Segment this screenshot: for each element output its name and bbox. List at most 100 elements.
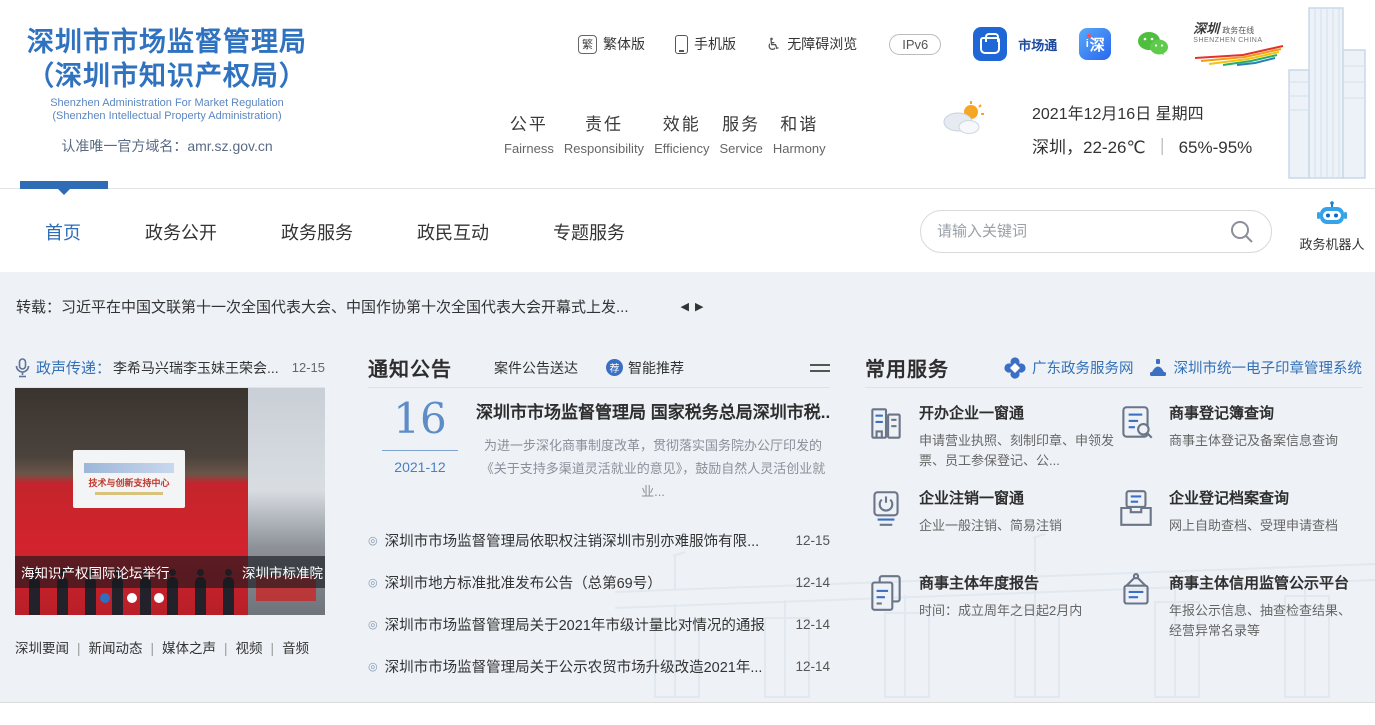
footer-strip xyxy=(0,702,1375,725)
value-harmony: 和谐Harmony xyxy=(773,110,826,156)
nav-special-services[interactable]: 专题服务 xyxy=(553,219,625,245)
ticker-prev-icon[interactable]: ◀ xyxy=(681,300,689,313)
ticker-text[interactable]: 转载：习近平在中国文联第十一次全国代表大会、中国作协第十次全国代表大会开幕式上发… xyxy=(16,296,629,317)
featured-notice-excerpt: 为进一步深化商事制度改革，贯彻落实国务院办公厅印发的《关于支持多渠道灵活就业的意… xyxy=(476,435,830,503)
link-media-voice[interactable]: 媒体之声 xyxy=(143,637,217,657)
photo-stage-banner: 技术与创新支持中心 xyxy=(73,450,185,508)
link-shenzhen-news[interactable]: 深圳要闻 xyxy=(15,637,69,657)
site-search[interactable] xyxy=(920,210,1272,253)
carousel-dot-3[interactable] xyxy=(154,593,164,603)
case-announcement-link[interactable]: 案件公告送达 xyxy=(494,358,578,378)
header: 深圳市市场监督管理局 （深圳市知识产权局） Shenzhen Administr… xyxy=(0,0,1375,188)
news-ticker: 转载：习近平在中国文联第十一次全国代表大会、中国作协第十次全国代表大会开幕式上发… xyxy=(16,296,703,317)
market-app-label: 市场通 xyxy=(1018,35,1057,54)
traditional-label: 繁体版 xyxy=(603,34,645,54)
recommend-badge-icon: 荐 xyxy=(606,359,623,376)
link-news-updates[interactable]: 新闻动态 xyxy=(69,637,143,657)
document-search-icon xyxy=(1115,402,1157,444)
carousel-caption: 海知识产权国际论坛举行 xyxy=(15,562,242,582)
wechat-icon[interactable] xyxy=(1137,30,1169,58)
card-annual-report[interactable]: 商事主体年度报告时间：成立周年之日起2月内 xyxy=(865,572,1115,657)
featured-notice-title[interactable]: 深圳市市场监督管理局 国家税务总局深圳市税... xyxy=(476,398,830,423)
value-service: 服务Service xyxy=(719,110,762,156)
carousel-caption-bar: 海知识产权国际论坛举行 深圳市标准院 xyxy=(15,556,325,588)
traditional-icon: 繁 xyxy=(578,35,597,54)
pinwheel-icon xyxy=(1004,357,1026,379)
notice-item[interactable]: 深圳市地方标准批准发布公告（总第69号） 12-14 xyxy=(368,561,830,603)
notice-item[interactable]: 深圳市市场监督管理局关于公示农贸市场升级改造2021年... 12-14 xyxy=(368,645,830,687)
link-video[interactable]: 视频 xyxy=(216,637,263,657)
logo-title-en-1: Shenzhen Administration For Market Regul… xyxy=(27,97,307,111)
card-open-business[interactable]: 开办企业一窗通申请营业执照、刻制印章、申领发票、员工参保登记、公... xyxy=(865,402,1115,487)
active-tab-indicator xyxy=(20,181,108,189)
building-illustration xyxy=(1275,0,1375,185)
weather-date: 2021年12月16日 星期四 xyxy=(1032,100,1252,124)
featured-month: 2021-12 xyxy=(382,459,458,475)
seal-stamp-icon xyxy=(1148,358,1168,378)
market-app-link[interactable]: 市场通 xyxy=(973,27,1057,61)
news-carousel[interactable]: 技术与创新支持中心 海知识产权国际论坛举行 深圳市标准院 xyxy=(15,388,325,615)
news-category-links: 深圳要闻 新闻动态 媒体之声 视频 音频 xyxy=(15,637,325,657)
values-banner: 公平Fairness 责任Responsibility 效能Efficiency… xyxy=(504,110,826,156)
card-credit-platform[interactable]: 商事主体信用监管公示平台年报公示信息、抽查检查结果、经营异常名录等 xyxy=(1115,572,1362,657)
voice-news-title: 李希马兴瑞李玉妹王荣会... xyxy=(113,358,279,378)
card-registry-query[interactable]: 商事登记簿查询商事主体登记及备案信息查询 xyxy=(1115,402,1362,487)
more-icon[interactable] xyxy=(810,360,830,376)
smart-recommend-link[interactable]: 荐 智能推荐 xyxy=(606,358,684,378)
voice-news-date: 12-15 xyxy=(292,360,325,375)
search-input[interactable] xyxy=(937,223,1229,240)
voice-news-row[interactable]: 政声传递： 李希马兴瑞李玉妹王荣会... 12-15 xyxy=(15,360,325,388)
microphone-icon xyxy=(15,358,30,378)
archive-tray-icon xyxy=(1115,487,1157,529)
robot-label: 政务机器人 xyxy=(1297,234,1367,253)
official-domain-note: 认准唯一官方域名：amr.sz.gov.cn xyxy=(27,136,307,156)
traditional-version-link[interactable]: 繁 繁体版 xyxy=(578,34,645,54)
i-shenzhen-app-icon[interactable]: ii深深 xyxy=(1079,28,1111,60)
notices-title: 通知公告 xyxy=(368,353,452,382)
carousel-dots xyxy=(15,593,248,603)
weather-widget: 2021年12月16日 星期四 深圳，22-26℃｜65%-95% xyxy=(938,100,1252,158)
nav-gov-services[interactable]: 政务服务 xyxy=(281,219,353,245)
gov-robot-button[interactable]: 政务机器人 xyxy=(1297,201,1367,253)
carousel-dot-1[interactable] xyxy=(100,593,110,603)
news-column: 政声传递： 李希马兴瑞李玉妹王荣会... 12-15 技术与创新支持中心 海知识… xyxy=(15,360,325,657)
card-archive-query[interactable]: 企业登记档案查询网上自助查档、受理申请查档 xyxy=(1115,487,1362,572)
wheelchair-icon: ♿ xyxy=(766,36,781,53)
notice-list: 深圳市市场监督管理局依职权注销深圳市别亦难服饰有限... 12-15 深圳市地方… xyxy=(368,519,830,687)
nav-interaction[interactable]: 政民互动 xyxy=(417,219,489,245)
site-logo[interactable]: 深圳市市场监督管理局 （深圳市知识产权局） Shenzhen Administr… xyxy=(27,26,307,156)
guangdong-service-link[interactable]: 广东政务服务网 xyxy=(1004,357,1134,379)
featured-date: 16 2021-12 xyxy=(382,398,458,503)
search-icon[interactable] xyxy=(1229,219,1255,245)
link-audio[interactable]: 音频 xyxy=(263,637,310,657)
main-nav: 首页 政务公开 政务服务 政民互动 专题服务 政务机器人 xyxy=(0,188,1375,272)
eseal-system-link[interactable]: 深圳市统一电子印章管理系统 xyxy=(1148,357,1363,378)
carousel-dot-2[interactable] xyxy=(127,593,137,603)
company-building-icon xyxy=(865,402,907,444)
featured-day: 16 xyxy=(382,398,458,451)
main-content: 转载：习近平在中国文联第十一次全国代表大会、中国作协第十次全国代表大会开幕式上发… xyxy=(0,272,1375,702)
mobile-label: 手机版 xyxy=(694,34,736,54)
services-title: 常用服务 xyxy=(865,353,949,382)
nav-gov-disclosure[interactable]: 政务公开 xyxy=(145,219,217,245)
featured-notice[interactable]: 16 2021-12 深圳市市场监督管理局 国家税务总局深圳市税... 为进一步… xyxy=(368,398,830,503)
accessibility-link[interactable]: ♿ 无障碍浏览 xyxy=(766,34,857,54)
utility-bar: 繁 繁体版 手机版 ♿ 无障碍浏览 IPv6 市场通 ii深深 xyxy=(578,28,1285,60)
card-deregistration[interactable]: 企业注销一窗通企业一般注销、简易注销 xyxy=(865,487,1115,572)
value-responsibility: 责任Responsibility xyxy=(564,110,644,156)
notice-item[interactable]: 深圳市市场监督管理局依职权注销深圳市别亦难服饰有限... 12-15 xyxy=(368,519,830,561)
ticker-next-icon[interactable]: ▶ xyxy=(695,300,703,313)
market-app-icon xyxy=(973,27,1007,61)
nav-home[interactable]: 首页 xyxy=(45,219,81,245)
hanging-sign-icon xyxy=(1115,572,1157,614)
accessibility-label: 无障碍浏览 xyxy=(787,34,857,54)
carousel-next-caption: 深圳市标准院 xyxy=(242,562,323,582)
page: 深圳市市场监督管理局 （深圳市知识产权局） Shenzhen Administr… xyxy=(0,0,1375,725)
ipv6-badge: IPv6 xyxy=(889,34,941,55)
notice-item[interactable]: 深圳市市场监督管理局关于2021年市级计量比对情况的通报 12-14 xyxy=(368,603,830,645)
mobile-version-link[interactable]: 手机版 xyxy=(675,34,736,54)
phone-icon xyxy=(675,35,688,54)
logo-title-en-2: (Shenzhen Intellectual Property Administ… xyxy=(27,110,307,124)
services-column: 常用服务 广东政务服务网 xyxy=(865,360,1362,657)
shenzhen-china-logo[interactable]: 深圳政务在线 SHENZHEN CHINA xyxy=(1193,22,1285,66)
